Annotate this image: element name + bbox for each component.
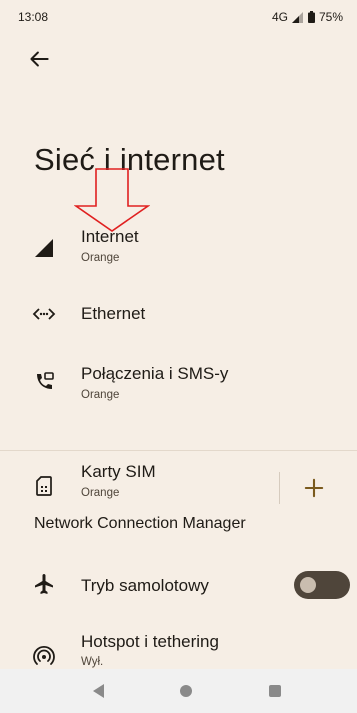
nav-home-icon[interactable] <box>180 685 192 697</box>
menu-item-title: Tryb samolotowy <box>81 576 209 595</box>
vertical-separator <box>279 472 280 504</box>
add-sim-button[interactable] <box>300 474 328 502</box>
signal-icon <box>35 239 53 257</box>
menu-item-hotspot[interactable]: Hotspot i tethering Wył. <box>0 628 357 668</box>
menu-item-subtitle: Orange <box>81 487 120 499</box>
status-indicators: 4G 75% <box>272 10 343 24</box>
menu-item-title: Karty SIM <box>81 462 156 481</box>
menu-item-subtitle: Orange <box>81 252 120 264</box>
hotspot-icon <box>33 645 55 665</box>
annotation-arrow-icon <box>74 168 150 232</box>
section-divider <box>0 450 357 451</box>
sim-card-icon <box>36 476 52 496</box>
network-type: 4G <box>271 10 288 24</box>
menu-item-subtitle: Wył. <box>81 656 104 668</box>
battery-icon <box>307 11 315 23</box>
battery-percent: 75% <box>318 10 343 24</box>
airplane-mode-toggle[interactable] <box>294 571 350 599</box>
status-time: 13:08 <box>18 10 49 24</box>
menu-item-calls-sms[interactable]: Połączenia i SMS-y Orange <box>0 358 357 418</box>
ethernet-icon <box>32 308 56 320</box>
menu-item-internet[interactable]: Internet Orange <box>0 222 357 282</box>
navigation-bar <box>0 669 357 713</box>
menu-item-title: Połączenia i SMS-y <box>81 364 229 383</box>
menu-item-title: Hotspot i tethering <box>81 632 219 651</box>
arrow-left-icon <box>30 51 49 67</box>
menu-item-title: Ethernet <box>81 304 146 323</box>
nav-back-icon[interactable] <box>93 684 105 698</box>
back-button[interactable] <box>26 46 52 72</box>
section-header: Network Connection Manager <box>34 515 246 532</box>
signal-strength-icon <box>291 11 303 23</box>
airplane-icon <box>35 574 53 594</box>
calls-sms-icon <box>37 372 54 389</box>
menu-item-subtitle: Orange <box>81 389 120 401</box>
status-bar: 13:08 4G 75% <box>0 0 357 32</box>
plus-icon <box>304 478 324 498</box>
menu-item-sim-cards[interactable]: Karty SIM Orange <box>0 462 270 518</box>
nav-recents-icon[interactable] <box>269 685 281 697</box>
menu-item-ethernet[interactable]: Ethernet <box>0 294 357 338</box>
toggle-knob <box>300 577 316 593</box>
